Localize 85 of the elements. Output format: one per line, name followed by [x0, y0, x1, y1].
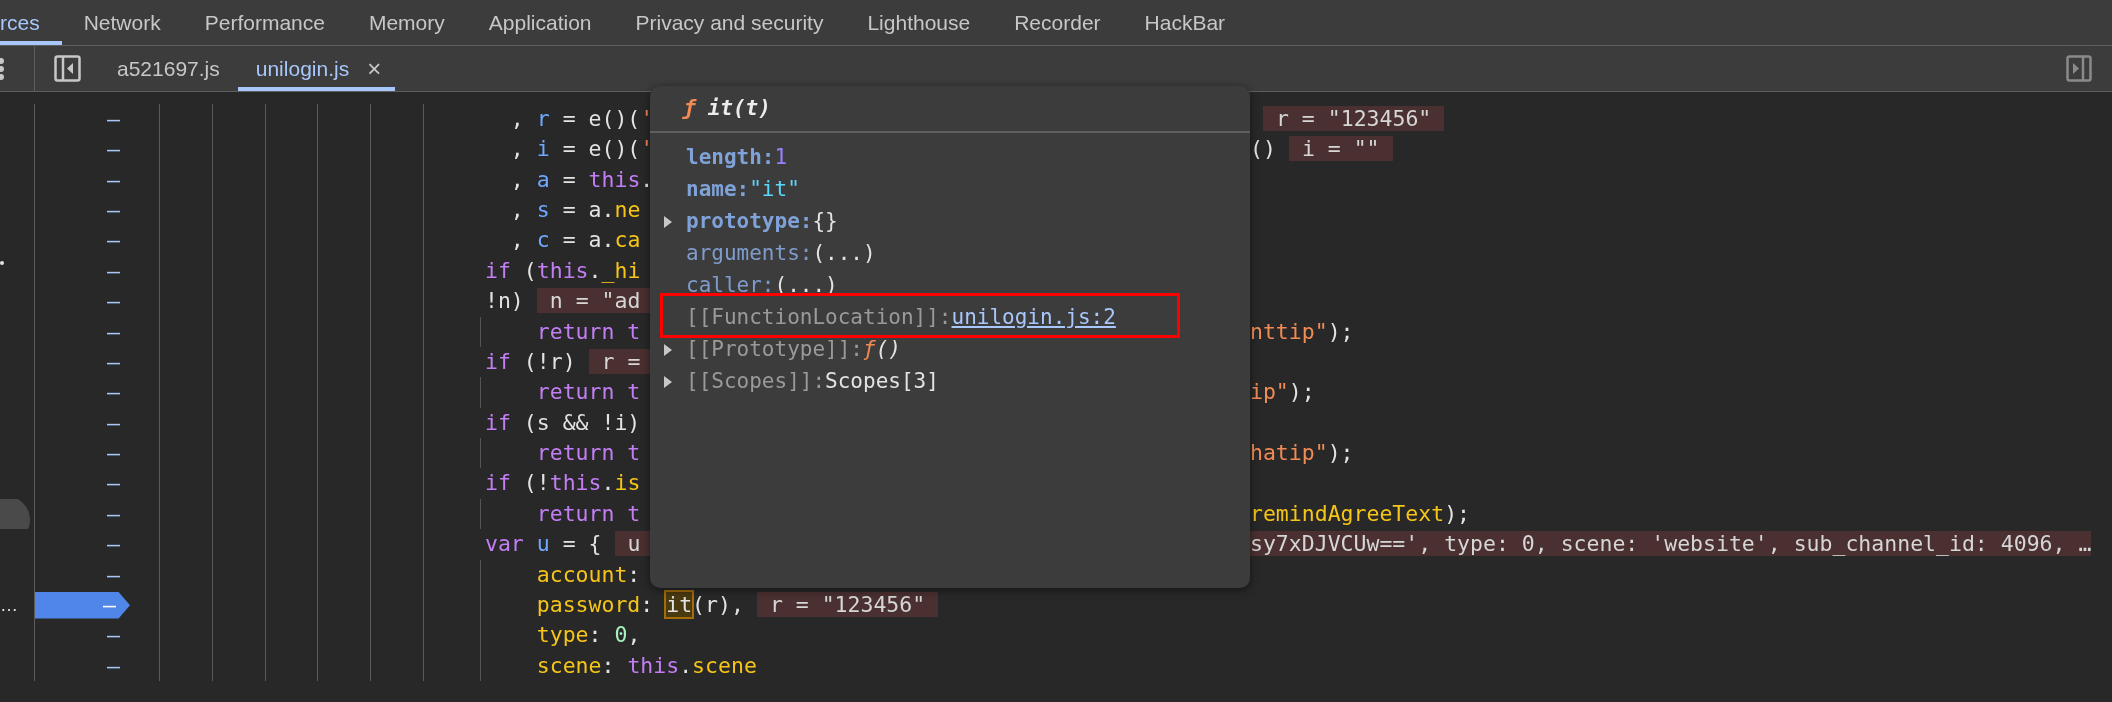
property-value: 1 [774, 144, 788, 172]
panel-tab[interactable]: Network [61, 0, 183, 45]
code-text: if (!r) [485, 348, 576, 374]
inline-value: r = "123456" [1263, 105, 1445, 131]
more-icon[interactable] [0, 56, 6, 81]
line-marker: – [107, 287, 121, 316]
code-text: , s = a.ne [510, 196, 641, 222]
property-value: (...) [812, 240, 876, 268]
panel-tab[interactable]: HackBar [1122, 0, 1248, 45]
panel-tab[interactable]: Lighthouse [845, 0, 993, 45]
code-text: return t [536, 318, 641, 344]
code-text: return t [536, 500, 641, 526]
file-tab[interactable]: a521697.js [99, 46, 238, 91]
panel-tab[interactable]: Memory [346, 0, 467, 45]
code-text: nttip"); [1250, 318, 1354, 344]
line-marker: – [107, 439, 121, 468]
source-link[interactable]: unilogin.js:2 [951, 302, 1116, 334]
code-text: return t [536, 379, 641, 405]
property-key: name: [686, 174, 750, 206]
code-text: ip"); [1250, 379, 1315, 405]
code-text: () [1250, 136, 1276, 162]
property-value: {} [812, 208, 838, 236]
property-key: length: [686, 142, 775, 174]
line-marker: – [107, 165, 121, 194]
line-marker: – [107, 135, 121, 164]
inline-value: sy7xDJVCUw==', type: 0, scene: 'website', sub_channel_id: 4096, … [1250, 531, 2092, 557]
line-marker: – [107, 499, 121, 528]
property-value: "it" [749, 176, 800, 204]
inline-value: r = "123456" [756, 592, 939, 618]
dot-mark [0, 260, 4, 265]
code-text: if (s && !i) [485, 409, 641, 435]
property-key: [[FunctionLocation]]: [686, 302, 952, 334]
file-tab[interactable]: unilogin.js [237, 46, 368, 91]
code-text: password: it(r), [536, 592, 744, 618]
panel-tab[interactable]: Performance [182, 0, 347, 45]
code-text: var u = { [485, 531, 602, 557]
line-marker: – [107, 195, 121, 224]
expand-icon[interactable] [663, 215, 673, 229]
line-marker: – [107, 469, 121, 498]
expand-icon[interactable] [663, 375, 673, 389]
expand-icon[interactable] [663, 343, 673, 357]
line-marker: – [107, 408, 121, 437]
function-icon: ƒ [863, 334, 876, 366]
panel-toggle-icon[interactable] [2066, 55, 2092, 82]
code-text: !n) [485, 288, 524, 314]
code-text: account: [536, 561, 641, 587]
property-key: arguments: [686, 238, 813, 270]
close-button[interactable]: × [367, 46, 396, 91]
line-marker: – [107, 651, 121, 680]
code-text: scene: this.scene [536, 652, 757, 678]
property-key: [[Scopes]]: [686, 366, 826, 398]
code-text: , i = e()(' [510, 136, 654, 162]
property-key: [[Prototype]]: [686, 334, 863, 366]
inline-value: i = "" [1288, 136, 1393, 162]
property-value: Scopes[3] [825, 368, 939, 396]
code-text: return t [536, 440, 641, 466]
line-marker: – [107, 378, 121, 407]
code-text: if (this._hi [485, 257, 641, 283]
property-value: () [875, 336, 901, 364]
line-marker: – [107, 347, 121, 376]
panel-tab[interactable]: Privacy and security [613, 0, 846, 45]
code-text: remindAgreeText); [1250, 500, 1471, 526]
function-signature: it(t) [707, 94, 771, 122]
line-marker: – [107, 560, 121, 589]
line-marker: – [107, 621, 121, 650]
code-text: hatip"); [1250, 440, 1354, 466]
code-text: , a = this. [510, 166, 654, 192]
line-marker: – [107, 530, 121, 559]
breakpoint-marker[interactable]: – [35, 590, 130, 621]
line-marker: – [107, 104, 121, 133]
line-marker: – [107, 317, 121, 346]
panel-tab[interactable]: Recorder [992, 0, 1123, 45]
property-key: caller: [686, 270, 775, 302]
panel-toggle-icon[interactable] [54, 55, 81, 82]
property-key: prototype: [686, 206, 813, 238]
panel-tab[interactable]: Application [466, 0, 614, 45]
code-text: if (!this.is [485, 470, 641, 496]
code-text: type: 0, [536, 622, 641, 648]
line-marker: – [107, 226, 121, 255]
truncated-text: … [0, 594, 18, 618]
line-marker: – [107, 256, 121, 285]
panel-tab[interactable]: rces [0, 0, 62, 45]
code-text: , c = a.ca [510, 227, 641, 253]
function-icon: ƒ [683, 92, 696, 125]
code-text: , r = e()(' [510, 105, 654, 131]
